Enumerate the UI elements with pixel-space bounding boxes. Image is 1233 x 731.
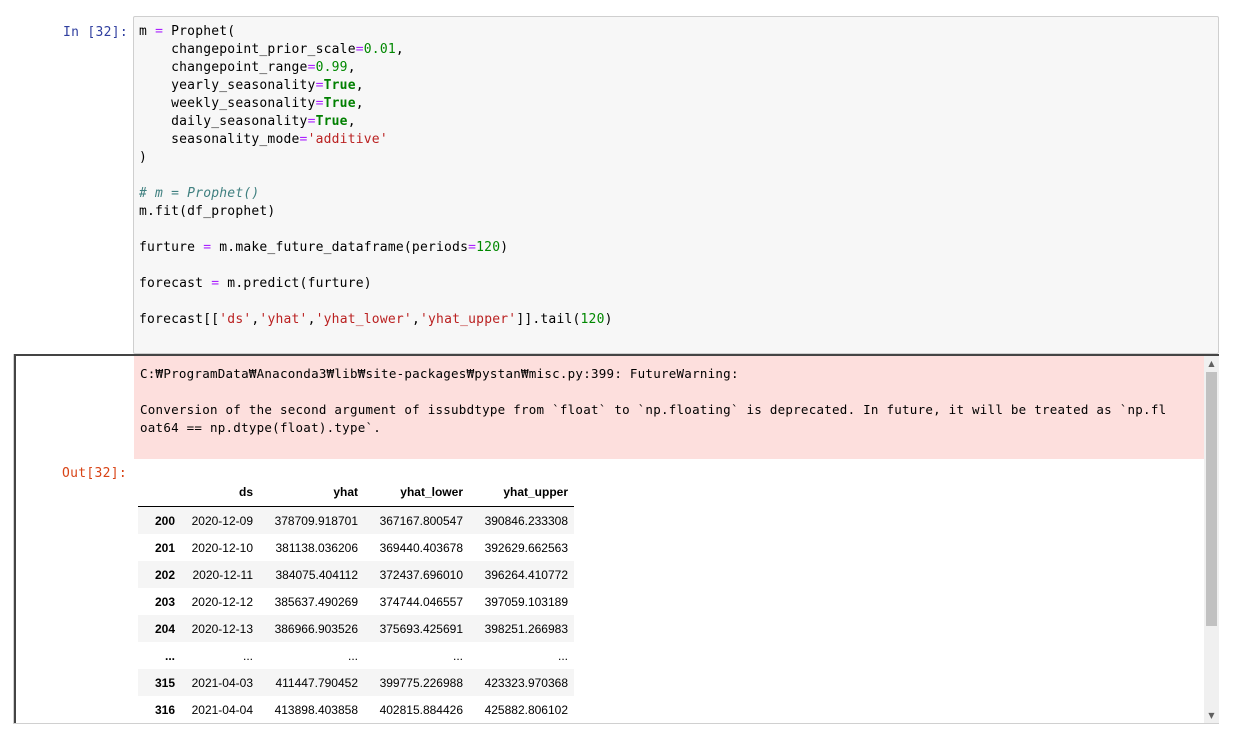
cell-yhat-upper: 398251.266983 [484, 621, 568, 636]
row-index: 315 [154, 675, 175, 690]
row-index: 316 [154, 702, 175, 717]
code-text: m = Prophet( changepoint_prior_scale=0.0… [139, 24, 613, 327]
cell-ds: 2021-04-03 [191, 675, 253, 690]
cell-yhat-upper: 390846.233308 [484, 513, 568, 528]
cell-yhat-lower: 372437.696010 [379, 567, 463, 582]
cell-yhat-upper: 392629.662563 [484, 540, 568, 555]
table-row: 201 2020-12-10 381138.036206 369440.4036… [138, 534, 574, 561]
cell-yhat: 411447.790452 [275, 675, 358, 690]
cell-yhat: 386966.903526 [274, 621, 358, 636]
row-index: 203 [154, 594, 175, 609]
header-index [138, 478, 181, 507]
table-row-ellipsis: ... ... ... ... ... [138, 642, 574, 669]
row-index: ... [164, 648, 175, 663]
cell-ds: 2020-12-12 [191, 594, 253, 609]
forecast-dataframe: ds yhat yhat_lower yhat_upper 200 2020-1… [138, 478, 574, 723]
table-row: 204 2020-12-13 386966.903526 375693.4256… [138, 615, 574, 642]
header-yhat-upper: yhat_upper [469, 478, 574, 507]
scroll-up-arrow-icon[interactable]: ▲ [1204, 356, 1219, 371]
table-row: 315 2021-04-03 411447.790452 399775.2269… [138, 669, 574, 696]
cell-yhat-upper: ... [557, 648, 568, 663]
cell-yhat: 413898.403858 [274, 702, 358, 717]
header-yhat: yhat [259, 478, 364, 507]
warning-text: C:₩ProgramData₩Anaconda3₩lib₩site-packag… [140, 366, 1167, 435]
cell-ds: 2020-12-13 [191, 621, 253, 636]
cell-yhat-lower: 399775.226988 [379, 675, 463, 690]
scroll-thumb[interactable] [1206, 372, 1217, 626]
cell-yhat-lower: ... [452, 648, 463, 663]
cell-yhat-lower: 367167.800547 [379, 513, 463, 528]
cell-ds: ... [242, 648, 253, 663]
cell-yhat-lower: 369440.403678 [379, 540, 463, 555]
cell-yhat-lower: 374744.046557 [379, 594, 463, 609]
stderr-warning: C:₩ProgramData₩Anaconda3₩lib₩site-packag… [134, 356, 1204, 459]
cell-yhat-lower: 402815.884426 [379, 702, 463, 717]
cell-yhat-upper: 396264.410772 [484, 567, 568, 582]
header-yhat-lower: yhat_lower [364, 478, 469, 507]
row-index: 202 [154, 567, 175, 582]
cell-yhat: ... [347, 648, 358, 663]
cell-ds: 2021-04-04 [191, 702, 253, 717]
output-scrollbar[interactable]: ▲ ▼ [1204, 356, 1219, 723]
cell-yhat: 385637.490269 [274, 594, 358, 609]
cell-yhat-upper: 423323.970368 [484, 675, 568, 690]
table-row: 202 2020-12-11 384075.404112 372437.6960… [138, 561, 574, 588]
row-index: 200 [154, 513, 175, 528]
cell-yhat-lower: 375693.425691 [379, 621, 463, 636]
cell-ds: 2020-12-09 [191, 513, 253, 528]
scroll-down-arrow-icon[interactable]: ▼ [1204, 708, 1219, 723]
cell-yhat: 384075.404112 [275, 567, 358, 582]
cell-yhat-upper: 425882.806102 [484, 702, 568, 717]
code-editor[interactable]: m = Prophet( changepoint_prior_scale=0.0… [133, 16, 1219, 354]
table-header-row: ds yhat yhat_lower yhat_upper [138, 478, 574, 507]
input-prompt: In [32]: [63, 25, 129, 40]
cell-ds: 2020-12-10 [191, 540, 253, 555]
table-row: 203 2020-12-12 385637.490269 374744.0465… [138, 588, 574, 615]
cell-ds: 2020-12-11 [192, 567, 254, 582]
cell-yhat: 381138.036206 [275, 540, 358, 555]
row-index: 201 [154, 540, 175, 555]
table-row: 200 2020-12-09 378709.918701 367167.8005… [138, 506, 574, 534]
table-row: 316 2021-04-04 413898.403858 402815.8844… [138, 696, 574, 723]
cell-yhat: 378709.918701 [274, 513, 358, 528]
header-ds: ds [181, 478, 259, 507]
output-prompt: Out[32]: [62, 466, 128, 481]
row-index: 204 [154, 621, 175, 636]
cell-yhat-upper: 397059.103189 [484, 594, 568, 609]
